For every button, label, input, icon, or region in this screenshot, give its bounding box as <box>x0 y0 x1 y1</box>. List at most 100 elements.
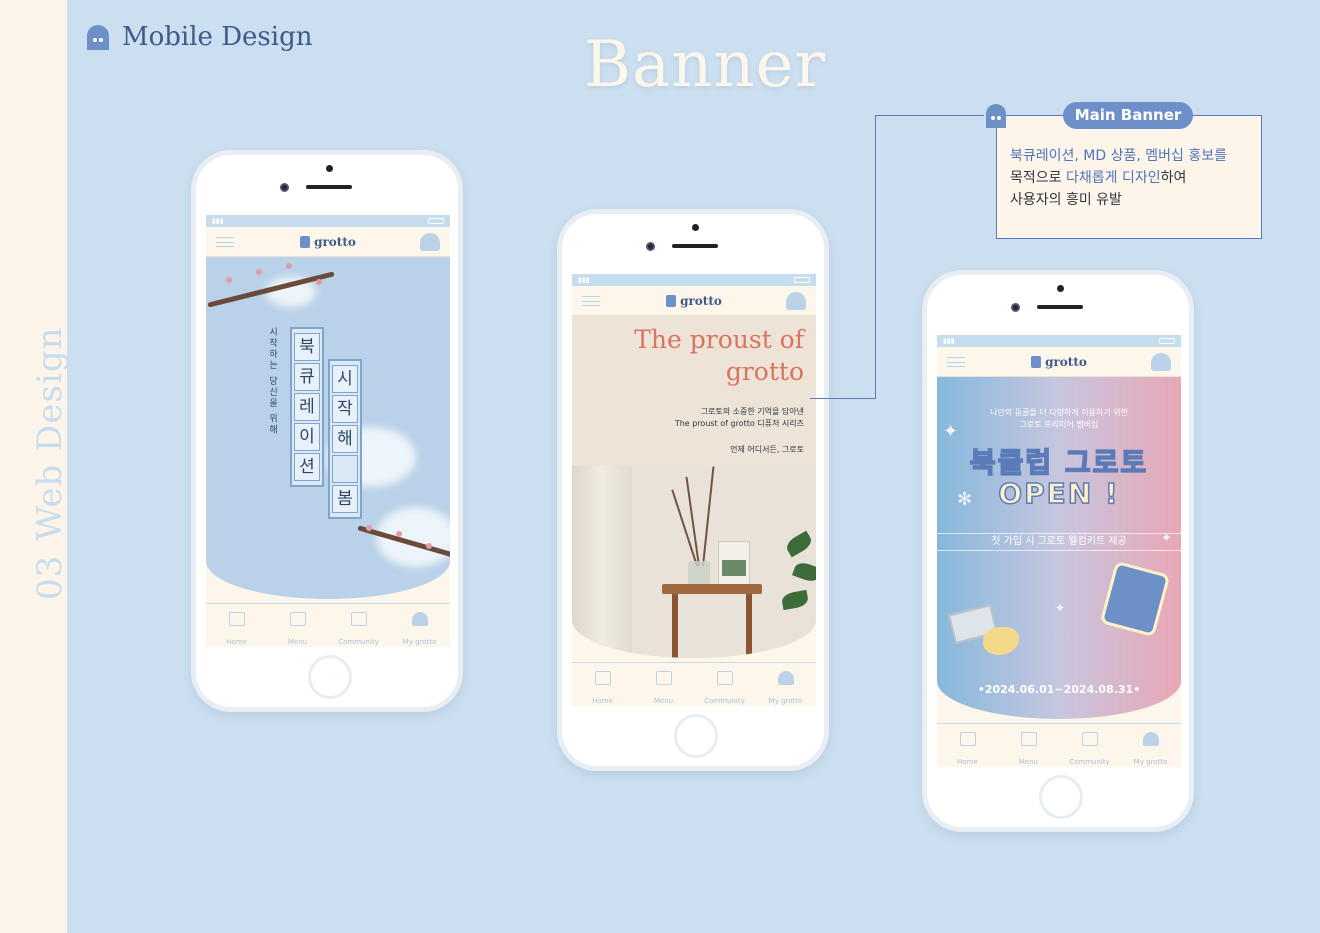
connector-line <box>876 115 984 116</box>
section-number: 03 <box>30 554 70 600</box>
tab-label: Menu <box>1018 758 1039 766</box>
tab-menu[interactable]: Menu <box>998 724 1059 767</box>
title-char: 시 <box>332 365 358 393</box>
banner-copy: 언제 어디서든, 그로토 <box>730 445 804 454</box>
front-camera <box>280 183 289 192</box>
speaker-grille <box>1037 305 1083 309</box>
banner-title: 북클럽 그로토 <box>969 445 1149 480</box>
list-icon <box>655 671 672 685</box>
annotation-line: 사용자의 흥미 유발 <box>1010 192 1122 208</box>
title-char: 션 <box>294 453 320 481</box>
phone-mockup-2: ▮▮▮ grotto The proust of grotto 그로토의 소중한… <box>557 209 829 771</box>
tab-label: Home <box>957 758 978 766</box>
tab-menu[interactable]: Menu <box>633 663 694 706</box>
brand-logo[interactable]: grotto <box>572 294 816 308</box>
main-banner-membership[interactable]: ✦ ✻ ✦ ✦ 나만의 동굴을 더 다양하게 이용하기 위한 그로토 프리미어 … <box>937 377 1181 719</box>
home-button[interactable] <box>308 655 352 699</box>
camera-dot <box>692 224 699 231</box>
phone-screen: ▮▮▮ grotto 시작하는 당신을 위해 북 큐 레 이 션 시 작 해 봄… <box>206 215 450 647</box>
bottom-tab-bar: Home Menu Community My grotto <box>572 662 816 706</box>
sparkle-icon: ✦ <box>1055 601 1066 615</box>
app-header: grotto <box>206 227 450 257</box>
wooden-stool <box>662 584 762 594</box>
tab-label: Community <box>1069 758 1110 766</box>
vertical-section-label: 03 Web Design <box>30 300 70 601</box>
tab-community[interactable]: Community <box>1059 724 1120 767</box>
headline-line: The proust of <box>634 325 804 354</box>
blossom <box>286 263 292 269</box>
banner-subtitle: 시작하는 당신을 위해 <box>267 327 277 436</box>
house-icon <box>228 612 245 626</box>
banner-headline: The proust of grotto <box>634 324 804 388</box>
status-bar: ▮▮▮ <box>937 335 1181 347</box>
signal-icon: ▮▮▮ <box>943 337 955 345</box>
title-column-1: 북 큐 레 이 션 <box>290 327 324 487</box>
curtain <box>572 466 632 658</box>
home-button[interactable] <box>1039 775 1083 819</box>
home-button[interactable] <box>674 714 718 758</box>
annotation-line: 북큐레이션, MD 상품, 멤버십 홍보를 <box>1010 148 1227 164</box>
ghost-logo-icon <box>87 25 109 50</box>
tab-community[interactable]: Community <box>694 663 755 706</box>
speaker-grille <box>672 244 718 248</box>
annotation-line: 목적으로 <box>1010 170 1066 186</box>
phone-screen: ▮▮▮ grotto ✦ ✻ ✦ ✦ 나만의 동굴을 더 다양하게 이용하기 위… <box>937 335 1181 767</box>
tab-label: Community <box>704 697 745 705</box>
blossom <box>226 277 232 283</box>
title-char: 큐 <box>294 363 320 391</box>
tab-menu[interactable]: Menu <box>267 604 328 647</box>
ghost-icon <box>1142 732 1159 746</box>
ghost-profile-icon[interactable] <box>786 292 806 310</box>
blossom <box>426 543 432 549</box>
tab-label: My grotto <box>768 697 803 705</box>
title-char <box>332 455 358 483</box>
bottom-tab-bar: Home Menu Community My grotto <box>206 603 450 647</box>
tab-label: My grotto <box>402 638 437 646</box>
list-icon <box>289 612 306 626</box>
phone-mockup-3: ▮▮▮ grotto ✦ ✻ ✦ ✦ 나만의 동굴을 더 다양하게 이용하기 위… <box>922 270 1194 832</box>
tab-my-grotto[interactable]: My grotto <box>389 604 450 647</box>
speaker-grille <box>306 185 352 189</box>
main-banner-diffuser[interactable]: The proust of grotto 그로토의 소중한 기억을 담아낸 Th… <box>572 316 816 658</box>
brand-logo[interactable]: grotto <box>937 355 1181 369</box>
main-banner-bookcuration[interactable]: 시작하는 당신을 위해 북 큐 레 이 션 시 작 해 봄 <box>206 257 450 599</box>
tab-label: Home <box>592 697 613 705</box>
title-column-2: 시 작 해 봄 <box>328 359 362 519</box>
chat-icon <box>350 612 367 626</box>
tab-community[interactable]: Community <box>328 604 389 647</box>
intro-line: 나만의 동굴을 더 다양하게 이용하기 위한 <box>990 408 1128 417</box>
chat-icon <box>1081 732 1098 746</box>
tab-home[interactable]: Home <box>206 604 267 647</box>
book-illustration <box>1099 560 1171 638</box>
house-icon <box>594 671 611 685</box>
tab-home[interactable]: Home <box>937 724 998 767</box>
yellow-blob <box>983 627 1019 655</box>
phone-screen: ▮▮▮ grotto The proust of grotto 그로토의 소중한… <box>572 274 816 706</box>
stool-leg <box>746 594 752 658</box>
ghost-marker-icon <box>986 104 1006 128</box>
annotation-text: 북큐레이션, MD 상품, 멤버십 홍보를 목적으로 다채롭게 디자인하여 사용… <box>1010 145 1227 211</box>
house-icon <box>959 732 976 746</box>
tab-my-grotto[interactable]: My grotto <box>755 663 816 706</box>
headline-line: grotto <box>725 357 804 386</box>
tab-label: My grotto <box>1133 758 1168 766</box>
phone-mockup-1: ▮▮▮ grotto 시작하는 당신을 위해 북 큐 레 이 션 시 작 해 봄… <box>191 150 463 712</box>
section-vertical-title: Web Design <box>30 326 70 541</box>
tab-home[interactable]: Home <box>572 663 633 706</box>
app-header: grotto <box>572 286 816 316</box>
tab-my-grotto[interactable]: My grotto <box>1120 724 1181 767</box>
brand-logo[interactable]: grotto <box>206 235 450 249</box>
diffuser-jar <box>688 561 710 585</box>
section-title: Mobile Design <box>122 22 313 52</box>
signal-icon: ▮▮▮ <box>212 217 224 225</box>
status-bar: ▮▮▮ <box>572 274 816 286</box>
banner-copy: 그로토의 소중한 기억을 담아낸 <box>700 407 804 416</box>
blossom <box>366 525 372 531</box>
title-char: 레 <box>294 393 320 421</box>
battery-icon <box>1159 338 1175 344</box>
ghost-profile-icon[interactable] <box>420 233 440 251</box>
camera-dot <box>326 165 333 172</box>
ghost-profile-icon[interactable] <box>1151 353 1171 371</box>
banner-title-open: OPEN ! <box>998 476 1120 511</box>
offer-strip: 첫 가입 시 그로토 웰컴키트 제공 <box>937 533 1181 551</box>
